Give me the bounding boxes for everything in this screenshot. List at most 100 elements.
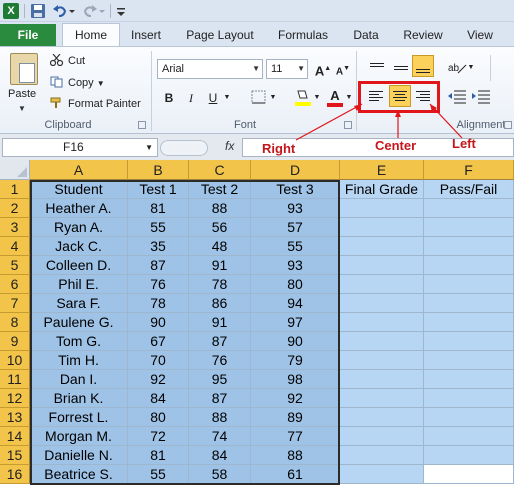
row-header[interactable]: 15 xyxy=(0,446,30,465)
table-cell[interactable]: 56 xyxy=(189,218,251,237)
increase-indent-button[interactable] xyxy=(470,86,492,108)
table-cell[interactable]: 90 xyxy=(251,332,340,351)
table-cell[interactable]: 76 xyxy=(189,351,251,370)
orientation-button[interactable]: ab xyxy=(446,57,468,79)
middle-align-button[interactable] xyxy=(390,57,412,79)
fill-color-dropdown-icon[interactable]: ▼ xyxy=(312,89,322,107)
table-cell[interactable]: Dan I. xyxy=(30,370,128,389)
table-cell[interactable]: 87 xyxy=(189,332,251,351)
underline-dropdown-icon[interactable]: ▼ xyxy=(222,89,232,107)
table-cell[interactable]: 93 xyxy=(251,256,340,275)
table-cell[interactable] xyxy=(340,351,424,370)
row-header[interactable]: 2 xyxy=(0,199,30,218)
column-header[interactable]: B xyxy=(128,160,189,180)
table-cell[interactable]: 57 xyxy=(251,218,340,237)
table-cell[interactable] xyxy=(424,218,514,237)
table-cell[interactable] xyxy=(340,237,424,256)
table-cell[interactable] xyxy=(424,313,514,332)
table-cell[interactable]: 81 xyxy=(128,446,189,465)
column-header[interactable]: C xyxy=(189,160,251,180)
table-cell[interactable]: 87 xyxy=(189,389,251,408)
table-cell[interactable]: 91 xyxy=(189,313,251,332)
table-cell[interactable]: 79 xyxy=(251,351,340,370)
table-cell[interactable] xyxy=(340,275,424,294)
undo-icon[interactable] xyxy=(52,3,68,19)
italic-button[interactable]: I xyxy=(182,89,200,107)
table-cell[interactable] xyxy=(340,218,424,237)
table-cell[interactable]: 86 xyxy=(189,294,251,313)
table-cell[interactable]: 55 xyxy=(128,218,189,237)
clipboard-launcher-icon[interactable] xyxy=(138,121,146,129)
header-cell[interactable]: Pass/Fail xyxy=(424,180,514,199)
table-cell[interactable] xyxy=(424,237,514,256)
tab-insert[interactable]: Insert xyxy=(124,26,168,46)
table-cell[interactable] xyxy=(424,446,514,465)
bottom-align-button[interactable] xyxy=(412,55,434,77)
formula-bar-resize-handle[interactable] xyxy=(160,140,208,156)
tab-page-layout[interactable]: Page Layout xyxy=(180,26,260,46)
table-cell[interactable]: 84 xyxy=(189,446,251,465)
row-header[interactable]: 16 xyxy=(0,465,30,484)
table-cell[interactable]: Sara F. xyxy=(30,294,128,313)
format-painter-button[interactable]: Format Painter xyxy=(50,96,141,112)
table-cell[interactable] xyxy=(340,313,424,332)
top-align-button[interactable] xyxy=(366,57,388,79)
table-cell[interactable] xyxy=(340,294,424,313)
cut-button[interactable]: Cut xyxy=(49,53,85,69)
copy-dropdown-icon[interactable]: ▼ xyxy=(97,79,105,88)
table-cell[interactable]: 94 xyxy=(251,294,340,313)
row-header[interactable]: 1 xyxy=(0,180,30,199)
table-cell[interactable]: 92 xyxy=(128,370,189,389)
table-cell[interactable]: 97 xyxy=(251,313,340,332)
table-cell[interactable]: Brian K. xyxy=(30,389,128,408)
row-header[interactable]: 4 xyxy=(0,237,30,256)
column-header[interactable]: D xyxy=(251,160,340,180)
table-cell[interactable] xyxy=(340,370,424,389)
table-cell[interactable]: Morgan M. xyxy=(30,427,128,446)
table-cell[interactable]: 88 xyxy=(251,446,340,465)
paste-icon[interactable] xyxy=(10,53,38,85)
table-cell[interactable] xyxy=(424,256,514,275)
font-size-select[interactable]: 11 ▼ xyxy=(266,59,308,79)
table-cell[interactable]: Forrest L. xyxy=(30,408,128,427)
table-cell[interactable]: 98 xyxy=(251,370,340,389)
table-cell[interactable]: 90 xyxy=(128,313,189,332)
table-cell[interactable] xyxy=(424,351,514,370)
table-cell[interactable] xyxy=(424,408,514,427)
name-box[interactable]: F16 ▼ xyxy=(2,138,158,157)
borders-dropdown-icon[interactable]: ▼ xyxy=(268,89,278,107)
orientation-dropdown-icon[interactable]: ▼ xyxy=(466,59,476,77)
borders-button[interactable] xyxy=(250,89,268,107)
table-cell[interactable]: 80 xyxy=(251,275,340,294)
alignment-launcher-icon[interactable] xyxy=(504,121,512,129)
table-cell[interactable] xyxy=(340,256,424,275)
table-cell[interactable] xyxy=(340,199,424,218)
font-name-select[interactable]: Arial ▼ xyxy=(157,59,263,79)
table-cell[interactable]: 55 xyxy=(128,465,189,484)
grow-font-button[interactable]: A▲ xyxy=(314,60,332,78)
paste-dropdown-icon[interactable]: ▼ xyxy=(18,104,26,113)
paste-button-label[interactable]: Paste xyxy=(8,88,36,100)
table-cell[interactable] xyxy=(340,408,424,427)
font-launcher-icon[interactable] xyxy=(344,121,352,129)
table-cell[interactable]: 78 xyxy=(189,275,251,294)
tab-formulas[interactable]: Formulas xyxy=(270,26,336,46)
tab-view[interactable]: View xyxy=(460,26,500,46)
table-cell[interactable] xyxy=(424,427,514,446)
table-cell[interactable]: 72 xyxy=(128,427,189,446)
copy-button[interactable]: Copy ▼ xyxy=(50,75,105,91)
excel-app-icon[interactable]: X xyxy=(3,3,19,19)
shrink-font-button[interactable]: A▼ xyxy=(334,60,352,78)
table-cell[interactable]: 81 xyxy=(128,199,189,218)
undo-dropdown-icon[interactable] xyxy=(68,3,76,19)
decrease-indent-button[interactable] xyxy=(446,86,468,108)
table-cell[interactable]: Colleen D. xyxy=(30,256,128,275)
header-cell[interactable]: Student xyxy=(30,180,128,199)
table-cell[interactable] xyxy=(424,332,514,351)
table-cell[interactable]: 48 xyxy=(189,237,251,256)
table-cell[interactable]: Tim H. xyxy=(30,351,128,370)
table-cell[interactable] xyxy=(424,199,514,218)
row-header[interactable]: 5 xyxy=(0,256,30,275)
row-header[interactable]: 13 xyxy=(0,408,30,427)
table-cell[interactable]: 55 xyxy=(251,237,340,256)
